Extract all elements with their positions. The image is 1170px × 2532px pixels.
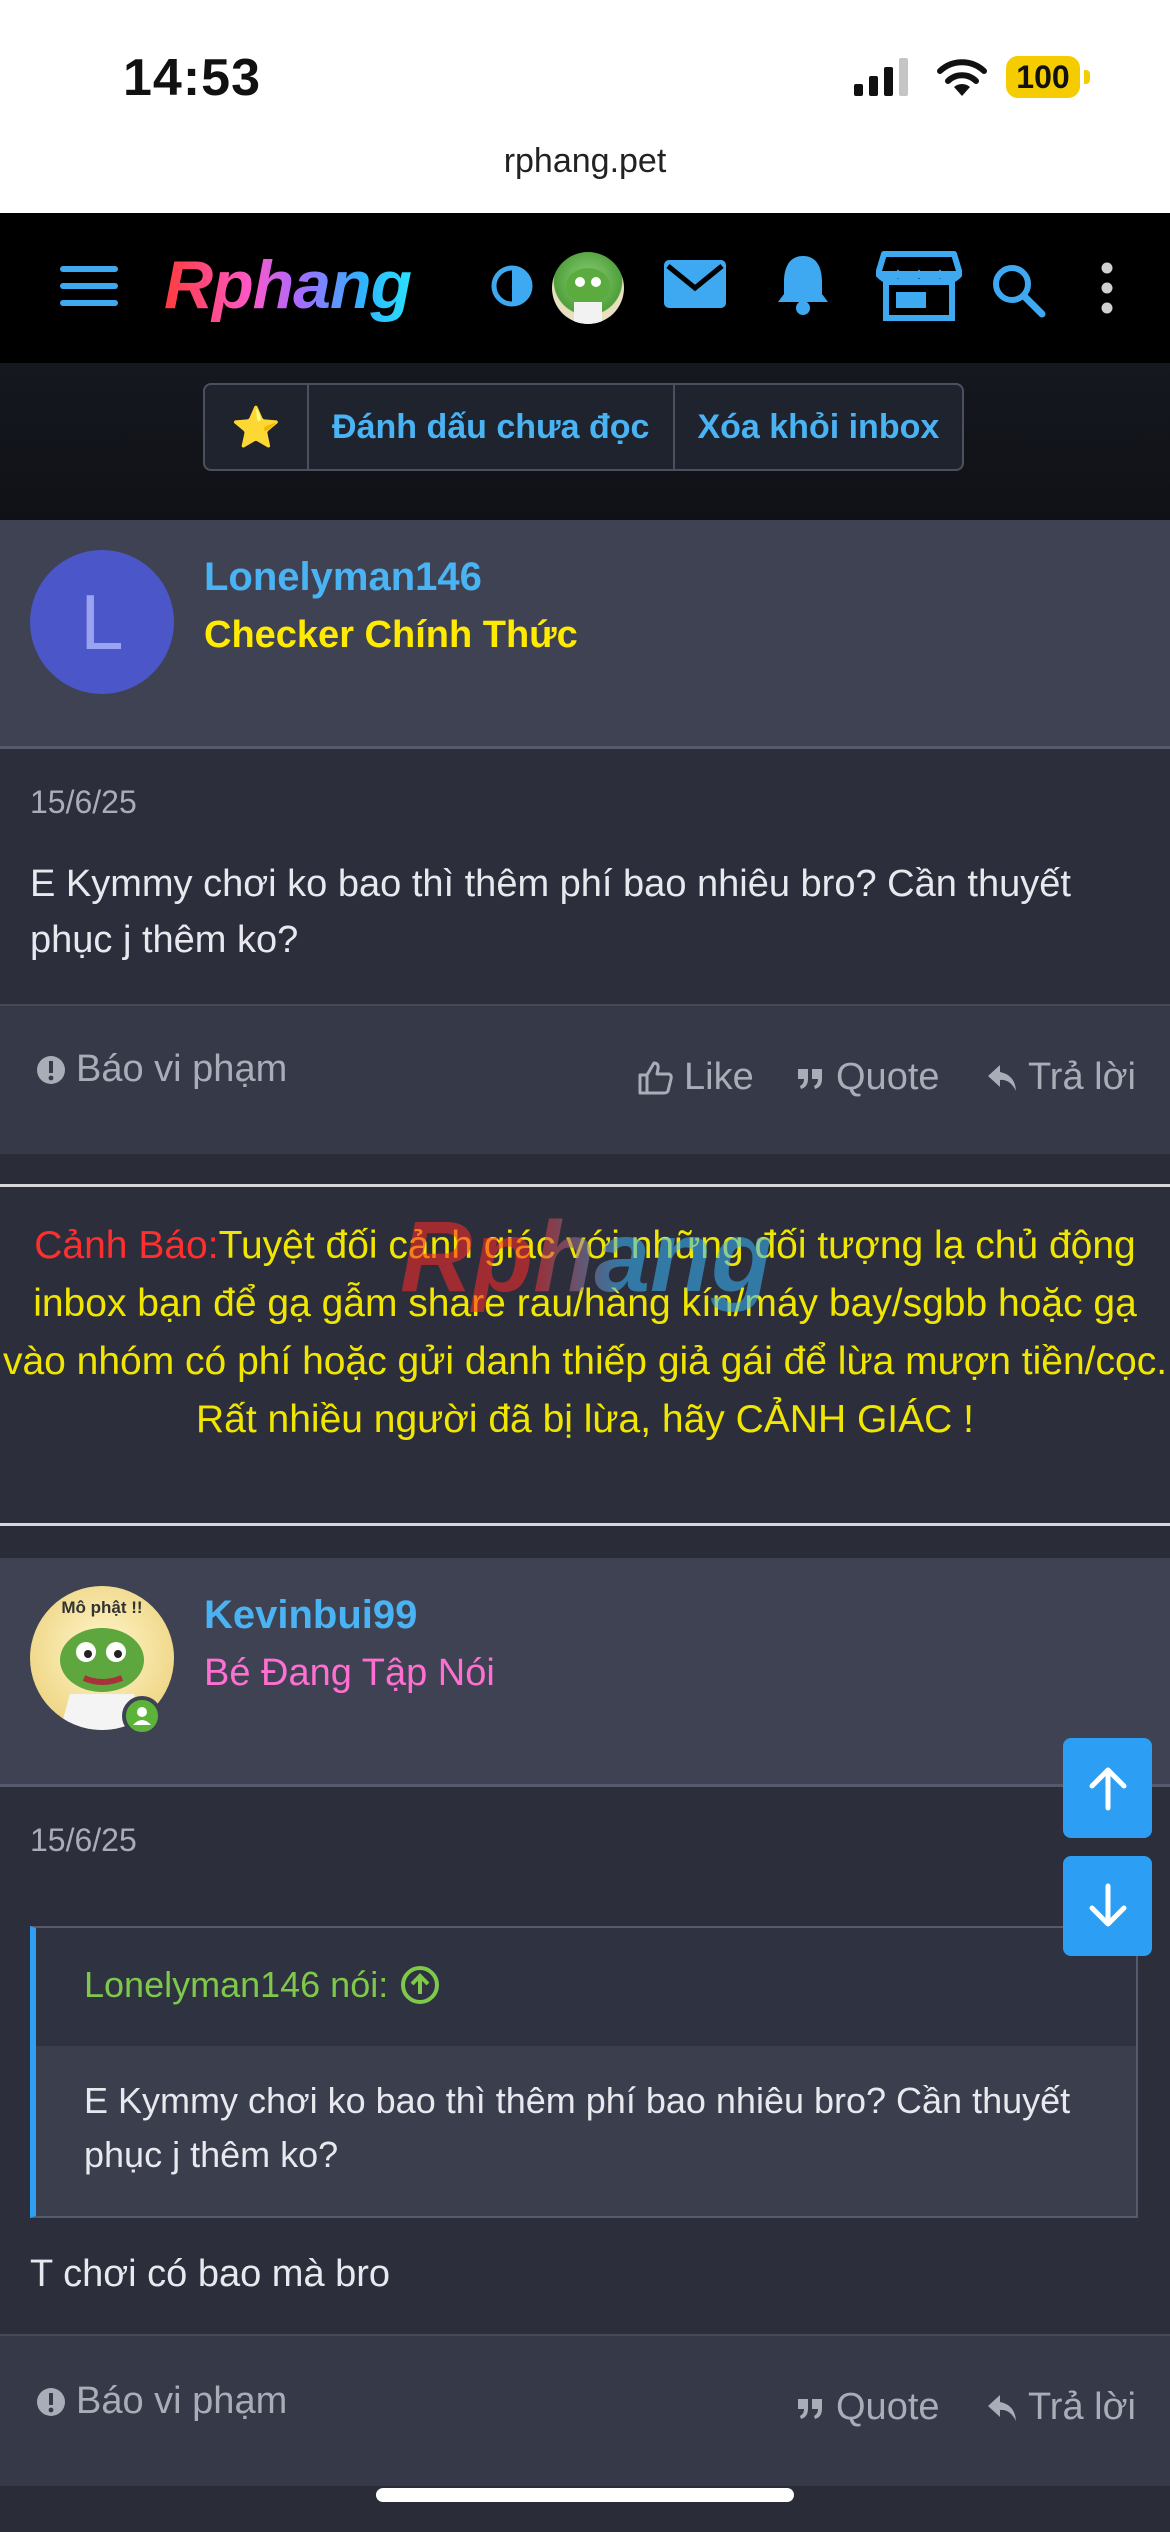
post-1-date[interactable]: 15/6/25	[30, 784, 137, 821]
post-1-header	[0, 520, 1170, 749]
search-icon[interactable]	[990, 262, 1046, 323]
user-avatar[interactable]	[552, 252, 624, 324]
like-label: Like	[684, 1056, 754, 1098]
home-indicator[interactable]	[376, 2488, 794, 2502]
quote-block: Lonelyman146 nói: E Kymmy chơi ko bao th…	[30, 1926, 1138, 2218]
report-label: Báo vi phạm	[76, 1048, 288, 1090]
reply-icon	[988, 1064, 1016, 1091]
mark-unread-button[interactable]: Đánh dấu chưa đọc	[309, 385, 673, 469]
post-2-username[interactable]: Kevinbui99	[204, 1593, 417, 1638]
quote-author-link[interactable]: Lonelyman146 nói:	[84, 1964, 440, 2006]
post-1-like-button[interactable]: Like	[636, 1056, 754, 1099]
watermark-logo: Rphang	[400, 1201, 773, 1313]
post-1-username[interactable]: Lonelyman146	[204, 555, 482, 600]
reply-label: Trả lời	[1028, 1056, 1136, 1098]
post-1-report-link[interactable]: Báo vi phạm	[36, 1048, 287, 1091]
star-button[interactable]: ⭐	[205, 385, 307, 469]
mail-icon[interactable]	[664, 260, 726, 313]
online-status-icon	[122, 1696, 162, 1736]
thumbs-up-icon	[638, 1061, 673, 1094]
report-label: Báo vi phạm	[76, 2380, 288, 2422]
post-2-user-title: Bé Đang Tập Nói	[204, 1652, 495, 1694]
quote-label: Quote	[836, 1056, 940, 1098]
post-2-message: T chơi có bao mà bro	[30, 2253, 391, 2295]
menu-icon[interactable]	[60, 264, 120, 313]
post-2-quote-button[interactable]: Quote	[796, 2386, 940, 2429]
bell-icon[interactable]	[774, 252, 832, 321]
remove-inbox-button[interactable]: Xóa khỏi inbox	[675, 385, 962, 469]
alert-icon	[37, 1055, 65, 1084]
address-bar-url[interactable]: rphang.pet	[0, 142, 1170, 181]
quote-text: E Kymmy chơi ko bao thì thêm phí bao nhi…	[84, 2080, 1071, 2175]
wifi-icon	[934, 56, 990, 103]
post-2-report-link[interactable]: Báo vi phạm	[36, 2380, 287, 2423]
scroll-bottom-button[interactable]	[1063, 1856, 1152, 1956]
post-2-header	[0, 1558, 1170, 1787]
reply-icon	[988, 2394, 1016, 2421]
post-1-message: E Kymmy chơi ko bao thì thêm phí bao nhi…	[30, 863, 1071, 961]
battery-tip	[1084, 70, 1090, 84]
reply-label: Trả lời	[1028, 2386, 1136, 2428]
alert-icon	[37, 2387, 65, 2416]
quote-icon	[798, 2398, 822, 2419]
arrow-down-icon	[1089, 1883, 1126, 1927]
store-icon[interactable]	[875, 250, 963, 327]
warning-label: Cảnh Báo:	[34, 1224, 219, 1267]
more-icon[interactable]	[1100, 262, 1114, 319]
signal-icon	[854, 58, 914, 103]
quote-author: Lonelyman146 nói:	[84, 1964, 389, 2005]
status-time: 14:53	[123, 49, 261, 107]
arrow-up-icon	[1089, 1767, 1126, 1811]
post-2-date[interactable]: 15/6/25	[30, 1822, 137, 1859]
scroll-top-button[interactable]	[1063, 1738, 1152, 1838]
battery-indicator: 100	[1006, 56, 1080, 98]
conversation-actions: ⭐ Đánh dấu chưa đọc Xóa khỏi inbox	[203, 383, 964, 471]
post-1-avatar[interactable]: L	[30, 550, 174, 694]
post-1-reply-button[interactable]: Trả lời	[986, 1056, 1136, 1099]
quote-label: Quote	[836, 2386, 940, 2428]
site-logo[interactable]: Rphang	[164, 246, 412, 324]
post-2-reply-button[interactable]: Trả lời	[986, 2386, 1136, 2429]
post-1-quote-button[interactable]: Quote	[796, 1056, 940, 1099]
post-1-user-title: Checker Chính Thức	[204, 614, 578, 656]
avatar-letter: L	[80, 578, 124, 666]
arrow-up-circle-icon	[401, 1966, 440, 2004]
warning-line-2: Rất nhiều người đã bị lừa, hãy CẢNH GIÁC…	[196, 1398, 974, 1441]
quote-icon	[798, 1068, 822, 1089]
theme-toggle-icon[interactable]	[490, 264, 534, 313]
